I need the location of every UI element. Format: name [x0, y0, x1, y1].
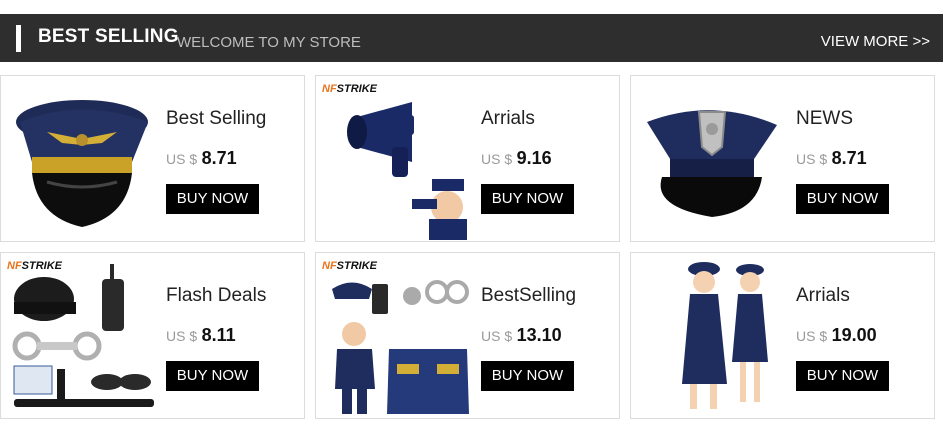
price-value: 8.71	[201, 148, 237, 168]
product-price: US $ 8.11	[166, 325, 236, 346]
product-card[interactable]: NFSTRIKE Arrials US $ 9.16 BUY NOW	[315, 75, 620, 242]
price-currency: US $	[481, 328, 513, 344]
product-name[interactable]: BestSelling	[481, 285, 576, 307]
product-price: US $ 8.71	[796, 148, 867, 169]
store-welcome-text: WELCOME TO MY STORE	[177, 34, 361, 51]
police-cap-icon[interactable]	[632, 77, 790, 240]
price-value: 13.10	[516, 325, 562, 345]
buy-now-button[interactable]: BUY NOW	[796, 184, 889, 214]
buy-now-button[interactable]: BUY NOW	[166, 184, 259, 214]
price-value: 8.71	[831, 148, 867, 168]
buy-now-button[interactable]: BUY NOW	[481, 184, 574, 214]
product-name[interactable]: Flash Deals	[166, 285, 266, 307]
product-price: US $ 9.16	[481, 148, 552, 169]
pilot-cap-icon[interactable]	[2, 77, 160, 240]
product-price: US $ 13.10	[481, 325, 562, 346]
product-card[interactable]: Best Selling US $ 8.71 BUY NOW	[0, 75, 305, 242]
price-currency: US $	[166, 151, 198, 167]
police-costume-icon[interactable]: NFSTRIKE	[317, 254, 475, 417]
buy-now-button[interactable]: BUY NOW	[166, 361, 259, 391]
price-value: 9.16	[516, 148, 552, 168]
header-accent-bar	[16, 25, 21, 52]
brand-logo: NFSTRIKE	[7, 260, 63, 272]
buy-now-button[interactable]: BUY NOW	[796, 361, 889, 391]
product-card[interactable]: NEWS US $ 8.71 BUY NOW	[630, 75, 935, 242]
police-megaphone-icon[interactable]: NFSTRIKE	[317, 77, 475, 240]
product-price: US $ 8.71	[166, 148, 237, 169]
price-value: 19.00	[831, 325, 877, 345]
price-currency: US $	[481, 151, 513, 167]
view-more-link[interactable]: VIEW MORE >>	[821, 33, 930, 50]
brand-logo: NFSTRIKE	[322, 83, 378, 95]
product-card[interactable]: NFSTRIKE BestSelling US $ 13.10 BUY NOW	[315, 252, 620, 419]
section-title: BEST SELLING	[38, 26, 179, 47]
buy-now-button[interactable]: BUY NOW	[481, 361, 574, 391]
product-price: US $ 19.00	[796, 325, 877, 346]
price-value: 8.11	[201, 325, 236, 345]
product-name[interactable]: NEWS	[796, 108, 853, 130]
section-header: BEST SELLING WELCOME TO MY STORE VIEW MO…	[0, 14, 943, 62]
product-name[interactable]: Arrials	[481, 108, 535, 130]
police-gear-set-icon[interactable]: NFSTRIKE	[2, 254, 160, 417]
product-name[interactable]: Best Selling	[166, 108, 266, 130]
price-currency: US $	[796, 328, 828, 344]
brand-logo: NFSTRIKE	[322, 260, 378, 272]
product-card[interactable]: NFSTRIKE Flash Deals US $ 8.11 BUY NOW	[0, 252, 305, 419]
product-name[interactable]: Arrials	[796, 285, 850, 307]
price-currency: US $	[166, 328, 198, 344]
price-currency: US $	[796, 151, 828, 167]
police-girls-costume-icon[interactable]	[632, 254, 790, 417]
product-card[interactable]: Arrials US $ 19.00 BUY NOW	[630, 252, 935, 419]
